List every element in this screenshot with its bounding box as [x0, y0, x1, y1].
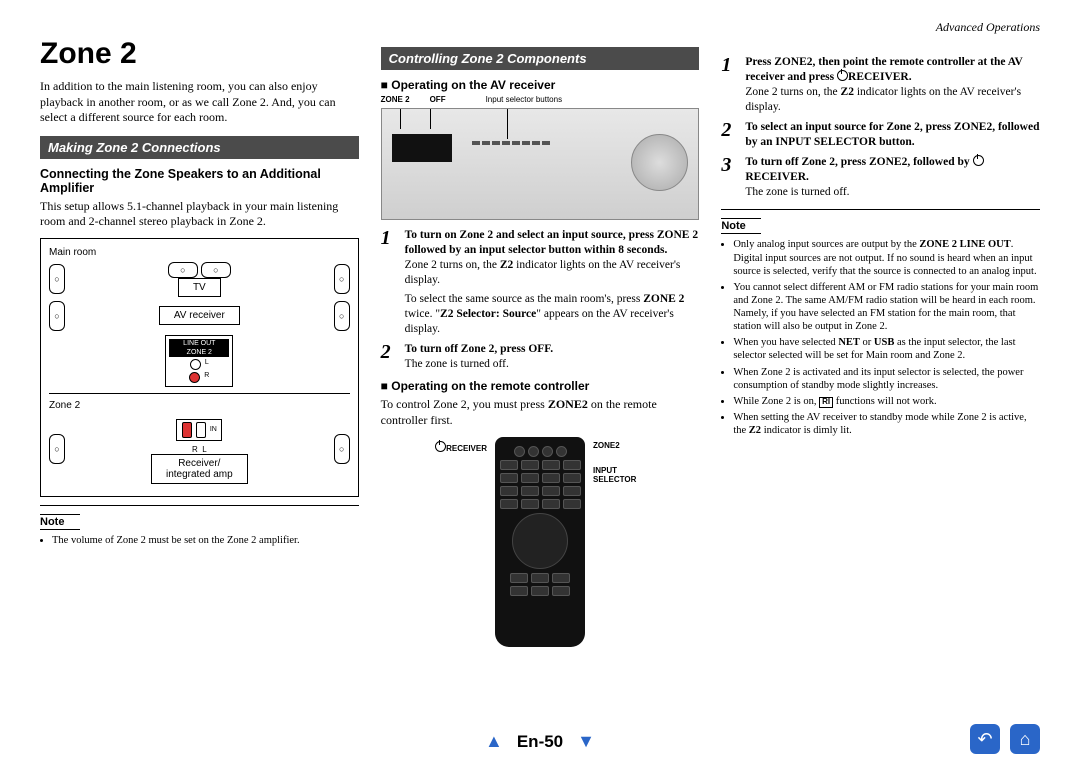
label-zone2: Zone 2 [49, 400, 350, 411]
section-making-connections: Making Zone 2 Connections [40, 136, 359, 159]
note-label: Note [40, 514, 80, 530]
speaker-icon [334, 264, 350, 294]
step-number: 2 [381, 342, 397, 372]
note-item: Only analog input sources are output by … [733, 238, 1040, 277]
speaker-icon [49, 264, 65, 294]
column-2: Controlling Zone 2 Components Operating … [381, 37, 700, 724]
ri-icon: RI [819, 397, 833, 408]
speaker-icon [168, 262, 198, 278]
section-controlling: Controlling Zone 2 Components [381, 47, 700, 70]
note-item: When setting the AV receiver to standby … [733, 411, 1040, 437]
note-item: You cannot select different AM or FM rad… [733, 281, 1040, 334]
volume-knob-icon [631, 134, 688, 191]
tv-box: TV [178, 278, 221, 297]
note-label: Note [721, 218, 761, 234]
av-box: AV receiver [159, 306, 240, 325]
column-1: Zone 2 In addition to the main listening… [40, 37, 359, 724]
rca-in: IN [176, 419, 222, 441]
jack-icon [190, 359, 201, 370]
nav-down-icon[interactable]: ▼ [577, 731, 595, 752]
speaker-icon [49, 434, 65, 464]
wiring-diagram: Main room TV AV receiver LINE OUT [40, 238, 359, 497]
power-icon [973, 155, 984, 166]
page-title: Zone 2 [40, 37, 359, 71]
step-2b: The zone is turned off. [405, 357, 700, 372]
note-item: When Zone 2 is activated and its input s… [733, 366, 1040, 392]
intro-text: In addition to the main listening room, … [40, 79, 359, 126]
back-button[interactable]: ↶ [970, 724, 1000, 754]
speaker-icon [49, 301, 65, 331]
lineout-box: LINE OUT ZONE 2 L R [165, 335, 233, 387]
speaker-icon [201, 262, 231, 278]
step-1a: To turn on Zone 2 and select an input so… [405, 229, 698, 256]
receiver-image [381, 108, 700, 220]
note-item: The volume of Zone 2 must be set on the … [52, 534, 359, 547]
column-3: 1 Press ZONE2, then point the remote con… [721, 37, 1040, 724]
jack-icon [189, 372, 200, 383]
setup-desc: This setup allows 5.1-channel playback i… [40, 199, 359, 230]
step-number: 2 [721, 120, 737, 150]
nav-up-icon[interactable]: ▲ [485, 731, 503, 752]
note-item: While Zone 2 is on, RI functions will no… [733, 395, 1040, 408]
speaker-icon [334, 434, 350, 464]
page-number: En-50 [517, 732, 563, 752]
power-icon [837, 70, 848, 81]
label-main-room: Main room [49, 247, 350, 258]
power-icon [435, 441, 446, 452]
speaker-icon [334, 301, 350, 331]
step-number: 1 [381, 228, 397, 337]
step-number: 3 [721, 155, 737, 200]
marker-av: Operating on the AV receiver [381, 78, 700, 92]
header-section: Advanced Operations [40, 20, 1040, 35]
subhead-connecting: Connecting the Zone Speakers to an Addit… [40, 167, 359, 195]
plug-icon [196, 422, 206, 438]
remote-diagram: RECEIVER ZONE2 INPUT SELECTOR [381, 437, 700, 647]
page-footer: ▲ En-50 ▼ [0, 731, 1080, 752]
display-icon [392, 134, 452, 162]
marker-remote: Operating on the remote controller [381, 379, 700, 393]
amp-box: Receiver/ integrated amp [151, 454, 248, 484]
plug-icon [182, 422, 192, 438]
remote-icon [495, 437, 585, 647]
home-button[interactable]: ⌂ [1010, 724, 1040, 754]
step-2a: To turn off Zone 2, press OFF. [405, 343, 553, 355]
step-number: 1 [721, 55, 737, 115]
note-item: When you have selected NET or USB as the… [733, 336, 1040, 362]
